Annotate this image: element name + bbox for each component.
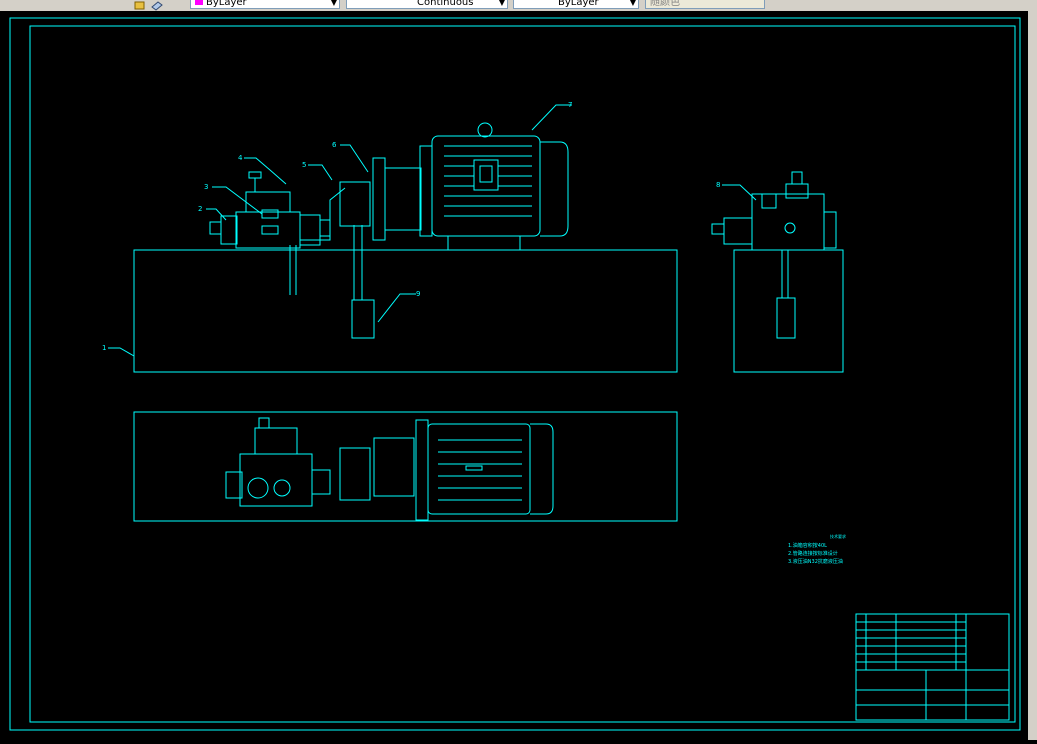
color-control[interactable]: ByLayer ▼: [190, 0, 340, 9]
inner-border: [29, 25, 1016, 723]
callout-4: 4: [238, 154, 243, 162]
notes-title: 技术要求: [830, 534, 846, 539]
callout-5: 5: [302, 161, 307, 169]
color-value: ByLayer: [206, 0, 247, 8]
note-line: 1.油箱容积按40L: [788, 543, 827, 549]
drawing-canvas: [9, 17, 1021, 731]
note-line: 3.液压油N32抗磨液压油: [788, 559, 843, 565]
plotstyle-control: 随颜色: [645, 0, 765, 9]
tank-front-view: [133, 249, 678, 373]
callout-3: 3: [204, 183, 209, 191]
callout-8: 8: [716, 181, 721, 189]
note-line: 2.管路连接按标准设计: [788, 551, 838, 557]
lineweight-value: ByLayer: [558, 0, 599, 8]
vertical-scrollbar[interactable]: [1028, 11, 1037, 740]
linetype-control[interactable]: Continuous ▼: [346, 0, 508, 9]
chevron-down-icon[interactable]: ▼: [499, 0, 505, 8]
lineweight-control[interactable]: ByLayer ▼: [513, 0, 639, 9]
layer-state-icon[interactable]: [133, 0, 147, 10]
valve-block: [235, 211, 301, 249]
tank-top-view: [133, 411, 678, 522]
drawing-area[interactable]: 1 2 3 4 5 6 7 9 8 技术要求 1.油箱容积按40L 2.管路连接…: [0, 11, 1037, 740]
plotstyle-value: 随颜色: [650, 0, 680, 8]
outer-border: [9, 17, 1021, 731]
callout-9: 9: [416, 290, 421, 298]
callout-2: 2: [198, 205, 203, 213]
callout-1: 1: [102, 344, 107, 352]
callout-6: 6: [332, 141, 337, 149]
chevron-down-icon[interactable]: ▼: [331, 0, 337, 8]
linetype-value: Continuous: [417, 0, 474, 8]
filter-9: [351, 299, 375, 339]
color-swatch-icon: [195, 0, 203, 5]
chevron-down-icon[interactable]: ▼: [630, 0, 636, 8]
callout-7: 7: [568, 101, 573, 109]
notes-block: 1.油箱容积按40L 2.管路连接按标准设计 3.液压油N32抗磨液压油: [788, 542, 843, 566]
layer-previous-icon[interactable]: [150, 0, 164, 11]
